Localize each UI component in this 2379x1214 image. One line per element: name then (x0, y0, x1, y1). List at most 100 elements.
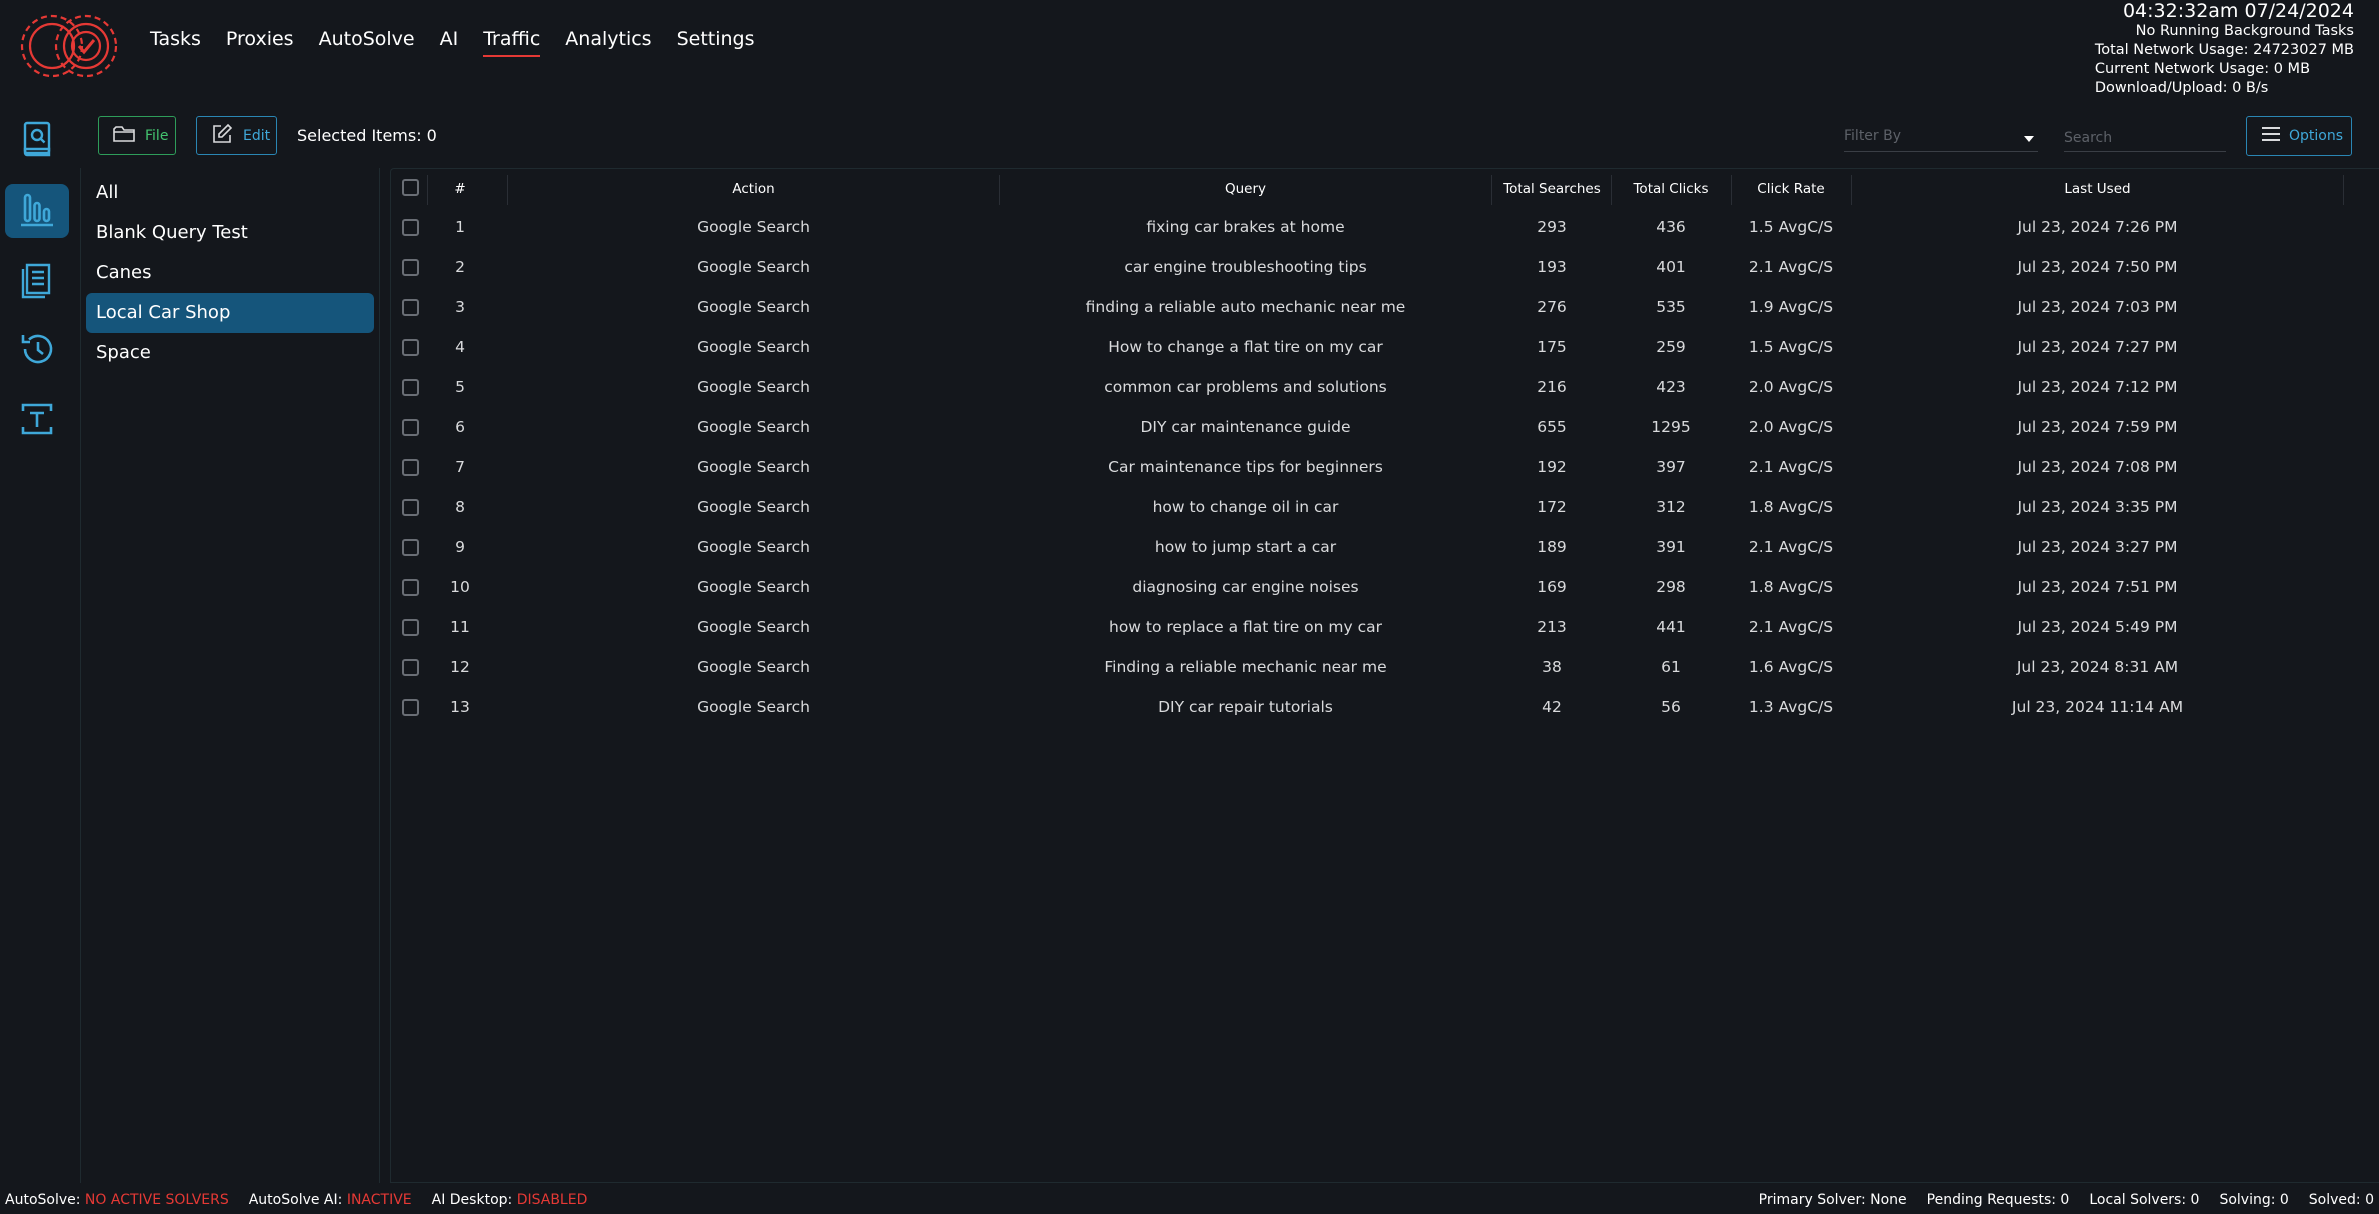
cell-last-used: Jul 23, 2024 7:08 PM (2017, 458, 2178, 476)
row-checkbox[interactable] (402, 419, 419, 436)
row-checkbox[interactable] (402, 339, 419, 356)
system-status: 04:32:32am 07/24/2024 No Running Backgro… (2095, 0, 2354, 98)
header-click-rate[interactable]: Click Rate (1731, 169, 1851, 209)
group-item-all[interactable]: All (86, 173, 374, 213)
row-checkbox[interactable] (402, 699, 419, 716)
cell-action: Google Search (697, 578, 810, 596)
nav-analytics[interactable]: Analytics (565, 30, 651, 57)
cell-click-rate: 2.0 AvgC/S (1748, 418, 1834, 436)
nav-autosolve[interactable]: AutoSolve (319, 30, 415, 57)
cell-action: Google Search (697, 538, 810, 556)
header-query[interactable]: Query (999, 169, 1492, 209)
header-number[interactable]: # (427, 169, 493, 209)
cell-query: Finding a reliable mechanic near me (1104, 658, 1387, 676)
rail-text[interactable] (5, 394, 69, 448)
file-button[interactable]: File (98, 116, 176, 155)
cell-last-used: Jul 23, 2024 7:26 PM (2017, 218, 2178, 236)
cell-query: fixing car brakes at home (1146, 218, 1345, 236)
cell-action: Google Search (697, 378, 810, 396)
cell-action: Google Search (697, 658, 810, 676)
ai-desktop-status: AI Desktop: DISABLED (431, 1192, 588, 1208)
chevron-down-icon (2024, 136, 2034, 142)
cell-total-searches: 175 (1537, 338, 1567, 356)
filter-dropdown[interactable]: Filter By (1844, 124, 2038, 152)
queries-table: # Action Query Total Searches Total Clic… (390, 168, 2379, 1183)
cell-click-rate: 1.8 AvgC/S (1748, 498, 1834, 516)
cell-click-rate: 1.3 AvgC/S (1748, 698, 1834, 716)
file-button-label: File (145, 127, 169, 144)
table-row[interactable]: 4 Google Search How to change a flat tir… (391, 329, 2379, 369)
row-checkbox[interactable] (402, 299, 419, 316)
header-total-searches[interactable]: Total Searches (1491, 169, 1613, 209)
table-row[interactable]: 10 Google Search diagnosing car engine n… (391, 569, 2379, 609)
group-item-canes[interactable]: Canes (86, 253, 374, 293)
edit-icon (211, 123, 233, 149)
cell-query: car engine troubleshooting tips (1124, 258, 1367, 276)
table-row[interactable]: 3 Google Search finding a reliable auto … (391, 289, 2379, 329)
table-row[interactable]: 1 Google Search fixing car brakes at hom… (391, 209, 2379, 249)
table-row[interactable]: 12 Google Search Finding a reliable mech… (391, 649, 2379, 689)
header-total-clicks[interactable]: Total Clicks (1611, 169, 1731, 209)
cell-last-used: Jul 23, 2024 7:03 PM (2017, 298, 2178, 316)
cell-total-clicks: 56 (1661, 698, 1681, 716)
nav-ai[interactable]: AI (440, 30, 459, 57)
top-nav: Tasks Proxies AutoSolve AI Traffic Analy… (150, 30, 780, 57)
cell-number: 8 (455, 498, 465, 516)
cell-number: 6 (455, 418, 465, 436)
group-item-local-car-shop[interactable]: Local Car Shop (86, 293, 374, 333)
ai-desktop-status-value: DISABLED (516, 1192, 588, 1208)
cell-total-searches: 193 (1537, 258, 1567, 276)
cell-number: 5 (455, 378, 465, 396)
table-row[interactable]: 13 Google Search DIY car repair tutorial… (391, 689, 2379, 729)
history-icon (17, 329, 57, 373)
row-checkbox[interactable] (402, 219, 419, 236)
table-row[interactable]: 6 Google Search DIY car maintenance guid… (391, 409, 2379, 449)
nav-proxies[interactable]: Proxies (226, 30, 294, 57)
row-checkbox[interactable] (402, 579, 419, 596)
rail-search[interactable] (5, 114, 69, 168)
solved-count: Solved: 0 (2308, 1192, 2374, 1208)
cell-total-clicks: 1295 (1651, 418, 1691, 436)
table-row[interactable]: 2 Google Search car engine troubleshooti… (391, 249, 2379, 289)
cell-total-searches: 169 (1537, 578, 1567, 596)
cell-number: 1 (455, 218, 465, 236)
group-item-space[interactable]: Space (86, 333, 374, 373)
rail-documents[interactable] (5, 254, 69, 308)
cell-last-used: Jul 23, 2024 11:14 AM (2011, 698, 2184, 716)
pending-requests: Pending Requests: 0 (1926, 1192, 2070, 1208)
table-row[interactable]: 11 Google Search how to replace a flat t… (391, 609, 2379, 649)
cell-number: 10 (450, 578, 470, 596)
cell-action: Google Search (697, 458, 810, 476)
search-input[interactable] (2064, 124, 2226, 152)
row-checkbox[interactable] (402, 659, 419, 676)
row-checkbox[interactable] (402, 539, 419, 556)
rail-analytics[interactable] (5, 184, 69, 238)
row-checkbox[interactable] (402, 459, 419, 476)
rail-history[interactable] (5, 324, 69, 378)
download-upload-rate: Download/Upload: 0 B/s (2094, 80, 2269, 96)
row-checkbox[interactable] (402, 259, 419, 276)
header-last-used[interactable]: Last Used (1851, 169, 2344, 209)
table-row[interactable]: 7 Google Search Car maintenance tips for… (391, 449, 2379, 489)
nav-settings[interactable]: Settings (677, 30, 755, 57)
cell-number: 12 (450, 658, 470, 676)
table-row[interactable]: 9 Google Search how to jump start a car … (391, 529, 2379, 569)
group-item-blank-query-test[interactable]: Blank Query Test (86, 213, 374, 253)
nav-traffic[interactable]: Traffic (483, 30, 541, 57)
header-action[interactable]: Action (507, 169, 1000, 209)
select-all-checkbox[interactable] (402, 179, 419, 196)
local-solvers: Local Solvers: 0 (2089, 1192, 2200, 1208)
cell-last-used: Jul 23, 2024 7:12 PM (2017, 378, 2178, 396)
table-row[interactable]: 8 Google Search how to change oil in car… (391, 489, 2379, 529)
bar-chart-icon (17, 189, 57, 233)
nav-tasks[interactable]: Tasks (150, 30, 201, 57)
row-checkbox[interactable] (402, 619, 419, 636)
options-button[interactable]: Options (2246, 116, 2352, 156)
cell-action: Google Search (697, 218, 810, 236)
cell-click-rate: 1.6 AvgC/S (1748, 658, 1834, 676)
cell-query: how to jump start a car (1154, 538, 1337, 556)
row-checkbox[interactable] (402, 499, 419, 516)
table-row[interactable]: 5 Google Search common car problems and … (391, 369, 2379, 409)
edit-button[interactable]: Edit (196, 116, 277, 155)
row-checkbox[interactable] (402, 379, 419, 396)
